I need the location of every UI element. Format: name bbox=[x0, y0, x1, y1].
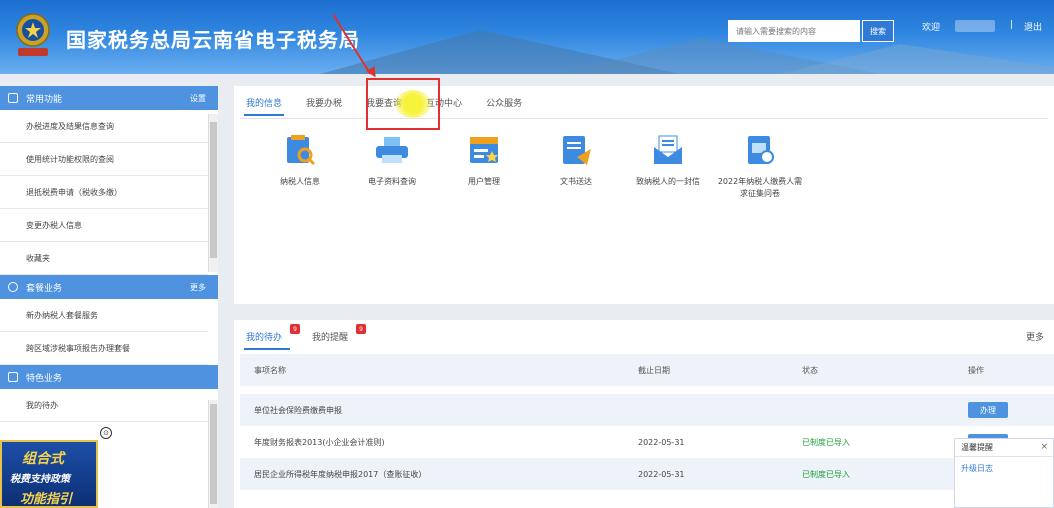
section-more-link[interactable]: 更多 bbox=[190, 282, 206, 293]
todo-table-header: 事项名称 截止日期 状态 操作 bbox=[240, 354, 1054, 386]
table-row: 居民企业所得税年度纳税申报2017（查账征收） 2022-05-31 已制度已导… bbox=[240, 458, 1054, 490]
function-document-delivery[interactable]: 文书送达 bbox=[530, 130, 622, 200]
user-name-blurred bbox=[955, 20, 995, 32]
todo-tabs: 我的待办 9 我的提醒 9 bbox=[234, 320, 367, 352]
function-label: 电子资料查询 bbox=[368, 177, 416, 186]
survey-icon bbox=[740, 130, 780, 170]
sidebar-item-my-todo[interactable]: 我的待办 bbox=[0, 389, 208, 422]
tab-my-todo[interactable]: 我的待办 9 bbox=[234, 320, 301, 352]
promo-banner[interactable]: 组合式 税费支持政策 功能指引 bbox=[0, 440, 98, 508]
tax-emblem-icon bbox=[16, 13, 50, 56]
todo-more-link[interactable]: 更多 bbox=[1026, 330, 1044, 343]
reminder-count-badge: 9 bbox=[356, 324, 367, 334]
todo-panel: 我的待办 9 我的提醒 9 更多 事项名称 截止日期 状态 操作 单位社会保险费… bbox=[234, 320, 1054, 508]
logout-link[interactable]: 退出 bbox=[1024, 20, 1042, 33]
tab-my-reminders[interactable]: 我的提醒 9 bbox=[300, 320, 367, 352]
function-survey[interactable]: 2022年纳税人缴费人需求征集问卷 bbox=[714, 130, 806, 200]
tab-public-service[interactable]: 公众服务 bbox=[474, 86, 534, 118]
function-label: 纳税人信息 bbox=[280, 177, 320, 186]
function-letter-to-taxpayer[interactable]: 致纳税人的一封信 bbox=[622, 130, 714, 200]
reminder-popup: 温馨提醒 × 升级日志 bbox=[954, 438, 1054, 508]
search-input[interactable] bbox=[728, 20, 860, 42]
promo-line2: 税费支持政策 bbox=[10, 474, 70, 485]
sidebar-section-common[interactable]: 常用功能 设置 bbox=[0, 86, 218, 110]
todo-item-status: 已制度已导入 bbox=[802, 469, 850, 479]
function-label: 用户管理 bbox=[468, 177, 500, 186]
todo-item-name: 年度财务报表2013(小企业会计准则) bbox=[254, 437, 385, 447]
promo-line1: 组合式 bbox=[22, 451, 64, 467]
taxpayer-info-icon bbox=[280, 130, 320, 170]
tab-label: 我的提醒 bbox=[312, 332, 349, 343]
todo-item-name: 居民企业所得税年度纳税申报2017（查账征收） bbox=[254, 469, 427, 479]
section-settings-link[interactable]: 设置 bbox=[190, 93, 206, 104]
todo-item-deadline: 2022-05-31 bbox=[638, 469, 685, 479]
section-title: 常用功能 bbox=[26, 94, 63, 105]
site-title: 国家税务总局云南省电子税务局 bbox=[66, 28, 360, 52]
sidebar-item-change-operator[interactable]: 变更办税人信息 bbox=[0, 209, 208, 242]
sidebar-item-progress-query[interactable]: 办税进度及结果信息查询 bbox=[0, 110, 208, 143]
todo-item-deadline: 2022-05-31 bbox=[638, 437, 685, 447]
sidebar-item-new-taxpayer[interactable]: 新办纳税人套餐服务 bbox=[0, 299, 208, 332]
sidebar-item-cross-region[interactable]: 跨区域涉税事项报告办理套餐 bbox=[0, 332, 208, 365]
column-header-status: 状态 bbox=[802, 365, 818, 375]
function-label: 2022年纳税人缴费人需求征集问卷 bbox=[717, 177, 803, 198]
column-header-action: 操作 bbox=[968, 365, 984, 375]
function-user-management[interactable]: 用户管理 bbox=[438, 130, 530, 200]
handle-button[interactable]: 办理 bbox=[968, 402, 1008, 418]
cursor-highlight bbox=[395, 90, 431, 118]
close-icon[interactable]: × bbox=[1040, 442, 1048, 452]
package-icon bbox=[8, 282, 18, 292]
column-header-deadline: 截止日期 bbox=[638, 365, 670, 375]
scrollbar-thumb[interactable] bbox=[210, 404, 217, 504]
my-info-panel: 我的信息 我要办税 我要查询 互动中心 公众服务 纳税人信息 电子资料查询 用户… bbox=[234, 86, 1054, 304]
sidebar-item-refund-application[interactable]: 退抵税费申请（税收多缴） bbox=[0, 176, 208, 209]
section-title: 特色业务 bbox=[26, 373, 63, 384]
promo-close-icon[interactable]: ⊙ bbox=[100, 427, 112, 439]
tab-label: 我的待办 bbox=[246, 332, 283, 343]
tabs-divider bbox=[240, 118, 1048, 119]
popup-title: 温馨提醒 bbox=[955, 439, 1053, 457]
welcome-text: 欢迎 bbox=[922, 23, 941, 33]
tab-my-info[interactable]: 我的信息 bbox=[234, 86, 294, 118]
function-label: 文书送达 bbox=[560, 177, 592, 186]
search-button[interactable]: 搜索 bbox=[862, 20, 894, 42]
sidebar-item-stats-permission[interactable]: 使用统计功能权限的查阅 bbox=[0, 143, 208, 176]
grid-icon bbox=[8, 372, 18, 382]
todo-count-badge: 9 bbox=[290, 324, 301, 334]
document-delivery-icon bbox=[556, 130, 596, 170]
sidebar-section-featured[interactable]: 特色业务 bbox=[0, 365, 218, 389]
function-label: 致纳税人的一封信 bbox=[636, 177, 700, 186]
sidebar-item-favorites[interactable]: 收藏夹 bbox=[0, 242, 208, 275]
section-title: 套餐业务 bbox=[26, 283, 63, 294]
printer-icon bbox=[372, 130, 412, 170]
function-taxpayer-info[interactable]: 纳税人信息 bbox=[254, 130, 346, 200]
sidebar-scrollbar[interactable] bbox=[208, 400, 218, 508]
function-e-document-query[interactable]: 电子资料查询 bbox=[346, 130, 438, 200]
table-row: 单位社会保险费缴费申报 办理 bbox=[240, 394, 1054, 426]
sidebar-scrollbar[interactable] bbox=[208, 114, 218, 272]
promo-line3: 功能指引 bbox=[20, 492, 73, 507]
site-header: 国家税务总局云南省电子税务局 搜索 欢迎 | 退出 bbox=[0, 0, 1054, 74]
todo-item-name: 单位社会保险费缴费申报 bbox=[254, 405, 342, 415]
function-grid: 纳税人信息 电子资料查询 用户管理 文书送达 致纳税人的一封信 2022年纳税人… bbox=[254, 130, 806, 200]
mountain-decoration bbox=[780, 44, 1054, 74]
column-header-name: 事项名称 bbox=[254, 365, 286, 375]
tab-tax-handling[interactable]: 我要办税 bbox=[294, 86, 354, 118]
user-management-icon bbox=[464, 130, 504, 170]
bookmark-icon bbox=[8, 93, 18, 103]
upgrade-log-link[interactable]: 升级日志 bbox=[955, 457, 1053, 480]
letter-icon bbox=[648, 130, 688, 170]
table-row: 年度财务报表2013(小企业会计准则) 2022-05-31 已制度已导入 办理 bbox=[240, 426, 1054, 458]
todo-item-status: 已制度已导入 bbox=[802, 437, 850, 447]
header-separator: | bbox=[1010, 20, 1014, 30]
sidebar-section-packages[interactable]: 套餐业务 更多 bbox=[0, 275, 218, 299]
scrollbar-thumb[interactable] bbox=[210, 122, 217, 258]
